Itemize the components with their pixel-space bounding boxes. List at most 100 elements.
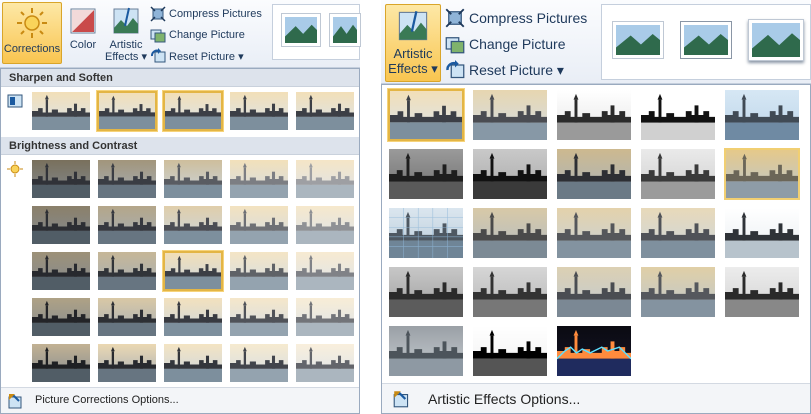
brightness-contrast-preset-thumbnail[interactable] [163,159,223,199]
picture-styles-gallery[interactable] [601,4,811,80]
brightness-contrast-preset-thumbnail[interactable] [163,297,223,337]
brightness-contrast-preset-thumbnail[interactable] [295,205,355,245]
ribbon-right: Artistic Effects ▾ Compress Pictures Cha… [381,0,811,84]
color-button[interactable]: Color [64,2,102,64]
brightness-contrast-preset-thumbnail[interactable] [97,205,157,245]
artistic-effects-label-line2: Effects ▾ [104,51,147,63]
artistic-effects-panel: Artistic Effects ▾ Compress Pictures Cha… [381,0,811,414]
artistic-effect-thumbnail[interactable] [388,266,464,318]
artistic-effects-options-label: Artistic Effects Options... [428,391,581,407]
artistic-effect-thumbnail[interactable] [472,207,548,259]
artistic-effect-thumbnail[interactable] [556,325,632,377]
sharpen-preset-thumbnail[interactable] [31,91,91,131]
artistic-effect-thumbnail[interactable] [724,266,800,318]
reset-picture-button[interactable]: Reset Picture ▾ [445,58,564,82]
artistic-effects-label-line2: Effects ▾ [388,61,438,76]
picture-corrections-options-bar[interactable]: Picture Corrections Options... [1,387,359,413]
change-picture-label: Change Picture [169,29,245,41]
artistic-effect-thumbnail[interactable] [640,207,716,259]
compress-pictures-icon [150,6,166,22]
compress-pictures-button[interactable]: Compress Pictures [445,6,587,30]
artistic-effects-button[interactable]: Artistic Effects ▾ [104,2,148,64]
reset-picture-label: Reset Picture ▾ [469,61,564,78]
corrections-label: Corrections [3,43,61,55]
artistic-effect-thumbnail[interactable] [640,89,716,141]
artistic-effect-thumbnail[interactable] [556,266,632,318]
brightness-contrast-preset-thumbnail[interactable] [97,251,157,291]
artistic-effect-thumbnail[interactable] [388,207,464,259]
artistic-effects-options-bar[interactable]: Artistic Effects Options... [382,383,810,413]
picture-style-thumbnail[interactable] [329,13,361,47]
artistic-effects-icon [398,11,428,41]
artistic-effects-label-line1: Artistic [393,46,433,61]
artistic-effects-label-line1: Artistic [109,39,143,51]
compress-pictures-label: Compress Pictures [469,10,588,26]
sharpen-preset-thumbnail[interactable] [295,91,355,131]
brightness-contrast-preset-thumbnail[interactable] [31,205,91,245]
brightness-contrast-preset-thumbnail[interactable] [163,251,223,291]
brightness-contrast-preset-thumbnail[interactable] [229,159,289,199]
compress-pictures-button[interactable]: Compress Pictures [150,4,262,24]
artistic-effect-thumbnail[interactable] [388,89,464,141]
artistic-effect-thumbnail[interactable] [640,266,716,318]
brightness-contrast-preset-thumbnail[interactable] [295,297,355,337]
brightness-contrast-preset-thumbnail[interactable] [295,159,355,199]
picture-styles-gallery[interactable] [272,4,361,60]
panel-divider [362,0,380,414]
sharpen-preset-thumbnail[interactable] [163,91,223,131]
brightness-section-header: Brightness and Contrast [1,137,359,155]
brightness-contrast-preset-thumbnail[interactable] [31,251,91,291]
brightness-contrast-preset-thumbnail[interactable] [31,343,91,383]
brightness-contrast-preset-thumbnail[interactable] [295,251,355,291]
reset-picture-label: Reset Picture ▾ [169,50,244,63]
artistic-effect-thumbnail[interactable] [388,148,464,200]
reset-picture-icon [151,48,166,63]
picture-options-icon [8,394,22,409]
artistic-effect-thumbnail[interactable] [472,325,548,377]
change-picture-icon [445,37,465,54]
artistic-effects-button[interactable]: Artistic Effects ▾ [385,4,441,82]
sharpen-preset-thumbnail[interactable] [229,91,289,131]
artistic-effect-thumbnail[interactable] [556,207,632,259]
artistic-effect-thumbnail[interactable] [472,148,548,200]
brightness-contrast-preset-thumbnail[interactable] [163,205,223,245]
brightness-contrast-preset-thumbnail[interactable] [31,297,91,337]
brightness-contrast-preset-thumbnail[interactable] [31,159,91,199]
sharpen-preset-thumbnail[interactable] [97,91,157,131]
artistic-effects-icon [113,7,139,34]
brightness-contrast-preset-thumbnail[interactable] [229,205,289,245]
brightness-icon [7,161,23,177]
picture-style-thumbnail[interactable] [612,21,664,59]
picture-style-thumbnail[interactable] [748,19,804,61]
brightness-contrast-preset-thumbnail[interactable] [97,297,157,337]
change-picture-button[interactable]: Change Picture [150,25,245,45]
picture-style-thumbnail[interactable] [680,21,732,59]
picture-style-thumbnail[interactable] [281,13,321,47]
compress-pictures-icon [445,8,465,28]
artistic-effect-thumbnail[interactable] [472,266,548,318]
reset-picture-button[interactable]: Reset Picture ▾ [150,46,244,66]
picture-options-icon [393,391,409,408]
artistic-effect-thumbnail[interactable] [472,89,548,141]
brightness-contrast-preset-thumbnail[interactable] [229,251,289,291]
compress-pictures-label: Compress Pictures [169,8,262,20]
artistic-effect-thumbnail[interactable] [556,148,632,200]
corrections-button[interactable]: Corrections [2,2,62,64]
color-label: Color [69,39,97,51]
brightness-contrast-preset-thumbnail[interactable] [97,159,157,199]
artistic-effect-thumbnail[interactable] [640,148,716,200]
artistic-effect-thumbnail[interactable] [724,89,800,141]
brightness-contrast-preset-thumbnail[interactable] [229,343,289,383]
artistic-effect-thumbnail[interactable] [388,325,464,377]
brightness-contrast-preset-thumbnail[interactable] [97,343,157,383]
brightness-contrast-preset-thumbnail[interactable] [295,343,355,383]
sharpen-section-header: Sharpen and Soften [1,69,359,87]
artistic-effect-thumbnail[interactable] [724,207,800,259]
brightness-contrast-preset-thumbnail[interactable] [229,297,289,337]
artistic-effect-thumbnail[interactable] [724,148,800,200]
brightness-contrast-preset-thumbnail[interactable] [163,343,223,383]
corrections-icon [17,8,47,38]
artistic-effect-thumbnail[interactable] [556,89,632,141]
ribbon-left: Corrections Color Artistic Effects ▾ Com… [0,0,361,68]
change-picture-button[interactable]: Change Picture [445,32,566,56]
